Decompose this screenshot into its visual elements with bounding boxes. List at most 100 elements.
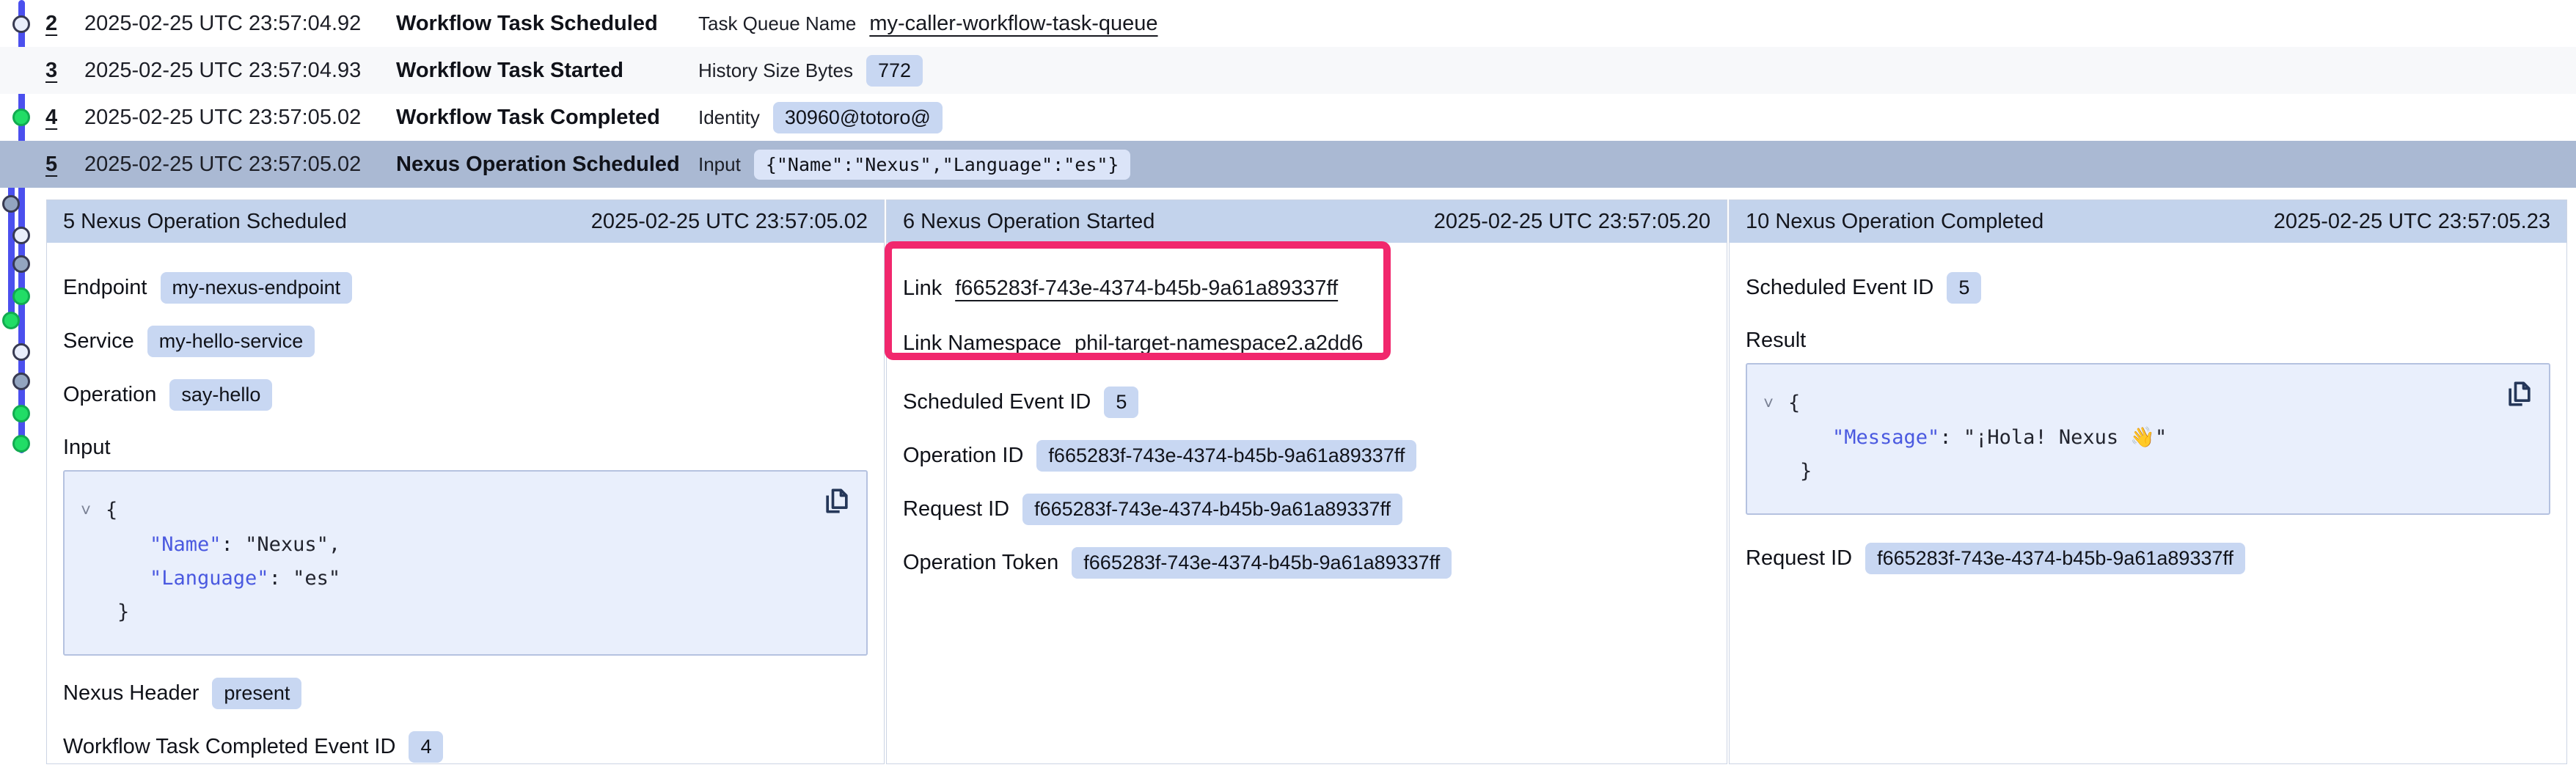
value-badge: 5 [1104, 386, 1138, 418]
copy-icon[interactable] [821, 485, 853, 517]
link-namespace-link[interactable]: phil-target-namespace2.a2dd6 [1075, 331, 1363, 356]
event-history-view: 2 2025-02-25 UTC 23:57:04.92 Workflow Ta… [0, 0, 2576, 773]
panel-body: Endpoint my-nexus-endpoint Service my-he… [47, 243, 884, 773]
value-badge: 30960@totoro@ [773, 102, 943, 133]
value-badge: 5 [1947, 272, 1981, 304]
timeline-dot[interactable] [12, 287, 30, 305]
copy-icon[interactable] [2503, 378, 2536, 410]
event-id-link[interactable]: 2 [45, 12, 84, 36]
value-badge: present [212, 678, 301, 709]
input-section-label: Input [63, 436, 868, 460]
field-link-namespace: Link Namespace phil-target-namespace2.a2… [903, 331, 1710, 356]
field-operation-id: Operation ID f665283f-743e-4374-b45b-9a6… [903, 440, 1710, 472]
link-value-link[interactable]: f665283f-743e-4374-b45b-9a61a89337ff [955, 276, 1338, 301]
chevron-down-icon[interactable]: ˅ [76, 494, 106, 528]
event-name: Workflow Task Completed [396, 106, 698, 130]
value-badge: f665283f-743e-4374-b45b-9a61a89337ff [1865, 543, 2245, 574]
event-row-2[interactable]: 2 2025-02-25 UTC 23:57:04.92 Workflow Ta… [0, 0, 2576, 47]
event-time: 2025-02-25 UTC 23:57:05.02 [84, 106, 396, 130]
timeline-dot[interactable] [12, 255, 30, 273]
json-line: ˅{ [76, 494, 852, 528]
panel-header: 5 Nexus Operation Scheduled 2025-02-25 U… [47, 200, 884, 243]
json-viewer-input: ˅{ "Name": "Nexus", "Language": "es" } [63, 470, 868, 656]
event-row-3[interactable]: 3 2025-02-25 UTC 23:57:04.93 Workflow Ta… [0, 47, 2576, 94]
timeline-dot[interactable] [12, 435, 30, 453]
panel-title: 10 Nexus Operation Completed [1746, 210, 2043, 234]
event-name: Nexus Operation Scheduled [396, 153, 698, 177]
field-label: Endpoint [63, 276, 147, 300]
timeline-dot[interactable] [12, 343, 30, 361]
field-request-id: Request ID f665283f-743e-4374-b45b-9a61a… [903, 494, 1710, 525]
panel-title: 6 Nexus Operation Started [903, 210, 1155, 234]
field-operation-token: Operation Token f665283f-743e-4374-b45b-… [903, 547, 1710, 579]
field-operation: Operation say-hello [63, 379, 868, 411]
chevron-down-icon[interactable]: ˅ [1759, 387, 1788, 421]
timeline-dot[interactable] [12, 227, 30, 244]
panel-header: 10 Nexus Operation Completed 2025-02-25 … [1730, 200, 2566, 243]
json-viewer-result: ˅{ "Message": "¡Hola! Nexus 👋" } [1746, 363, 2550, 515]
panel-body: Link f665283f-743e-4374-b45b-9a61a89337f… [887, 243, 1727, 763]
event-id-link[interactable]: 4 [45, 106, 84, 130]
event-row-5-selected[interactable]: 5 2025-02-25 UTC 23:57:05.02 Nexus Opera… [0, 141, 2576, 188]
field-label: Operation ID [903, 444, 1023, 468]
field-label: Request ID [1746, 546, 1852, 571]
field-scheduled-event-id: Scheduled Event ID 5 [1746, 272, 2550, 304]
field-label: Scheduled Event ID [1746, 276, 1933, 300]
json-line: "Language": "es" [76, 562, 852, 596]
result-section-label: Result [1746, 329, 2550, 353]
event-detail-label: Task Queue Name [698, 12, 856, 35]
value-badge: f665283f-743e-4374-b45b-9a61a89337ff [1022, 494, 1402, 525]
timeline-dot[interactable] [12, 405, 30, 422]
json-line: "Name": "Nexus", [76, 528, 852, 562]
event-row-4[interactable]: 4 2025-02-25 UTC 23:57:05.02 Workflow Ta… [0, 94, 2576, 141]
panel-nexus-operation-completed: 10 Nexus Operation Completed 2025-02-25 … [1729, 199, 2567, 764]
value-badge: f665283f-743e-4374-b45b-9a61a89337ff [1072, 547, 1452, 579]
event-detail-label: Input [698, 153, 741, 176]
field-service: Service my-hello-service [63, 326, 868, 357]
event-id-link[interactable]: 5 [45, 153, 84, 177]
panel-header: 6 Nexus Operation Started 2025-02-25 UTC… [887, 200, 1727, 243]
field-endpoint: Endpoint my-nexus-endpoint [63, 272, 868, 304]
event-time: 2025-02-25 UTC 23:57:04.93 [84, 59, 396, 83]
field-label: Request ID [903, 497, 1009, 521]
panel-title: 5 Nexus Operation Scheduled [63, 210, 347, 234]
timeline-dot[interactable] [2, 195, 20, 213]
timeline-dot[interactable] [12, 373, 30, 390]
field-wft-completed-event-id: Workflow Task Completed Event ID 4 [63, 731, 868, 763]
json-line: } [76, 596, 852, 629]
field-label: Service [63, 329, 134, 353]
json-line: "Message": "¡Hola! Nexus 👋" [1759, 421, 2534, 455]
field-label: Link Namespace [903, 331, 1061, 356]
json-line: ˅{ [1759, 386, 2534, 421]
field-label: Operation [63, 383, 156, 407]
value-badge: my-nexus-endpoint [161, 272, 353, 304]
value-badge: my-hello-service [147, 326, 315, 357]
event-detail-label: History Size Bytes [698, 59, 853, 82]
event-id-link[interactable]: 3 [45, 59, 84, 83]
event-detail-label: Identity [698, 106, 760, 129]
panel-timestamp: 2025-02-25 UTC 23:57:05.23 [2274, 210, 2550, 234]
value-badge: f665283f-743e-4374-b45b-9a61a89337ff [1036, 440, 1416, 472]
field-request-id: Request ID f665283f-743e-4374-b45b-9a61a… [1746, 543, 2550, 574]
panel-nexus-operation-scheduled: 5 Nexus Operation Scheduled 2025-02-25 U… [46, 199, 885, 764]
field-nexus-header: Nexus Header present [63, 678, 868, 709]
field-link: Link f665283f-743e-4374-b45b-9a61a89337f… [903, 276, 1710, 301]
field-label: Nexus Header [63, 681, 199, 706]
field-label: Workflow Task Completed Event ID [63, 735, 395, 759]
task-queue-link[interactable]: my-caller-workflow-task-queue [869, 12, 1157, 36]
input-payload-badge: {"Name":"Nexus","Language":"es"} [754, 150, 1131, 180]
panel-timestamp: 2025-02-25 UTC 23:57:05.02 [591, 210, 868, 234]
event-time: 2025-02-25 UTC 23:57:04.92 [84, 12, 396, 36]
field-scheduled-event-id: Scheduled Event ID 5 [903, 386, 1710, 418]
timeline-dot[interactable] [2, 312, 20, 329]
value-badge: 772 [866, 55, 923, 87]
event-name: Workflow Task Scheduled [396, 12, 698, 36]
event-list: 2 2025-02-25 UTC 23:57:04.92 Workflow Ta… [0, 0, 2576, 188]
value-badge: say-hello [169, 379, 272, 411]
json-line: } [1759, 455, 2534, 488]
panel-nexus-operation-started: 6 Nexus Operation Started 2025-02-25 UTC… [886, 199, 1727, 764]
field-label: Scheduled Event ID [903, 390, 1091, 414]
event-name: Workflow Task Started [396, 59, 698, 83]
field-label: Operation Token [903, 551, 1058, 575]
value-badge: 4 [409, 731, 443, 763]
